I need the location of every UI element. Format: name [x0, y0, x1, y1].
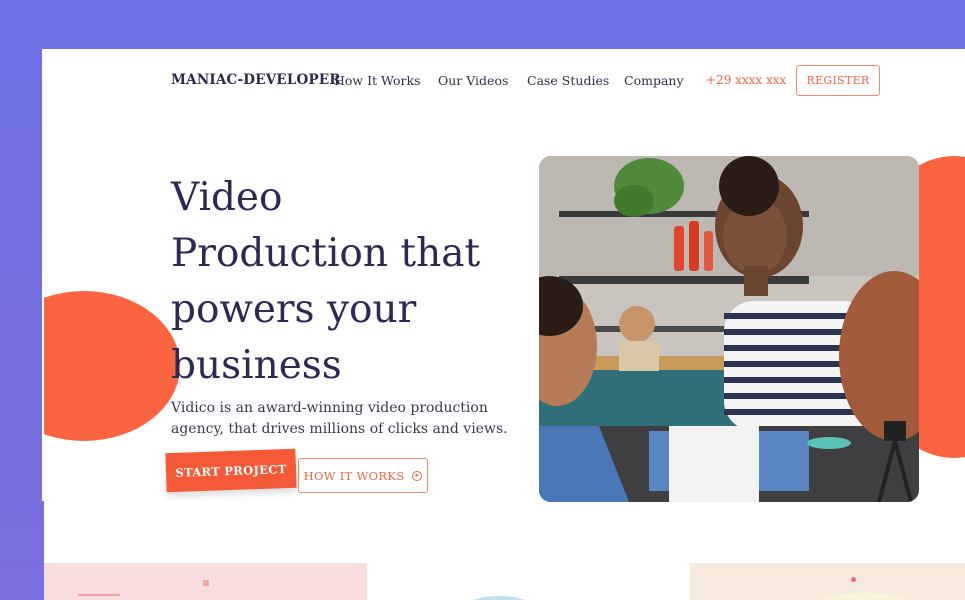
- nav-case-studies[interactable]: Case Studies: [527, 73, 609, 88]
- nav-company[interactable]: Company: [624, 73, 684, 88]
- phone-number[interactable]: +29 xxxx xxx: [706, 73, 786, 87]
- start-project-label: START PROJECT: [175, 461, 287, 480]
- hero-headline: Video Production that powers your busine…: [171, 175, 481, 388]
- feature-card-white: [367, 563, 690, 600]
- decorative-blob: [467, 596, 531, 600]
- hero-image: [539, 156, 919, 502]
- decorative-dot: [203, 580, 209, 586]
- decorative-dot: [851, 577, 856, 582]
- arrow-circle-icon: ▸: [412, 470, 423, 481]
- hero-subtext: Vidico is an award-winning video product…: [171, 400, 508, 437]
- decorative-circle-left: [44, 291, 180, 441]
- decorative-blob: [820, 593, 910, 600]
- feature-card-beige: [690, 563, 965, 600]
- landing-page: MANIAC-DEVELOPER How It Works Our Videos…: [44, 49, 965, 600]
- start-project-button[interactable]: START PROJECT: [165, 448, 297, 493]
- nav-how-it-works[interactable]: How It Works: [334, 73, 421, 88]
- feature-card-pink: [44, 563, 367, 600]
- register-button[interactable]: REGISTER: [796, 65, 880, 96]
- how-it-works-label: HOW IT WORKS: [303, 468, 405, 483]
- decorative-line: [78, 594, 120, 596]
- how-it-works-button[interactable]: HOW IT WORKS ▸: [298, 458, 428, 493]
- nav-our-videos[interactable]: Our Videos: [438, 73, 508, 88]
- logo[interactable]: MANIAC-DEVELOPER: [171, 72, 341, 88]
